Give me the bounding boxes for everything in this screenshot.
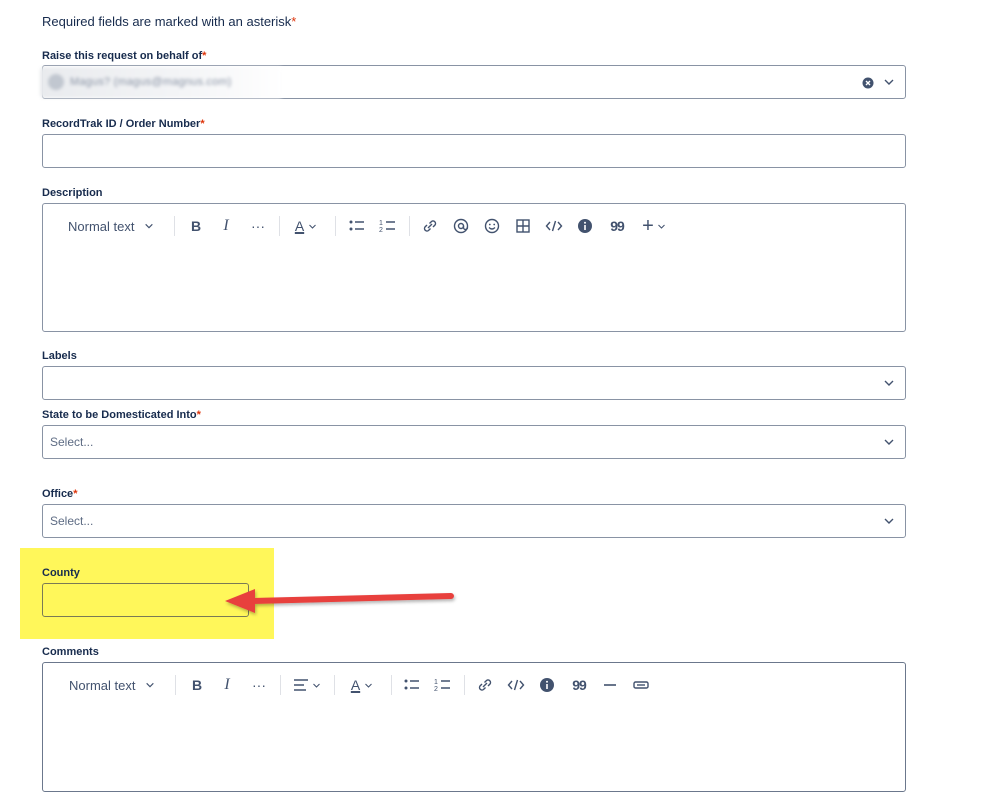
labels-select[interactable]	[42, 366, 906, 400]
description-label: Description	[42, 187, 103, 199]
svg-text:1: 1	[434, 679, 438, 686]
office-placeholder: Select...	[50, 514, 94, 528]
recordtrak-label: RecordTrak ID / Order Number*	[42, 118, 205, 130]
alignment-button[interactable]	[291, 675, 323, 695]
avatar	[48, 74, 64, 90]
office-label: Office*	[42, 488, 78, 500]
bold-button[interactable]: B	[186, 216, 206, 236]
chevron-down-icon[interactable]	[883, 436, 895, 448]
text-style-dropdown[interactable]: Normal text	[69, 675, 161, 695]
emoji-icon[interactable]	[483, 216, 501, 236]
blurred-user-value: Magus? (magus@magnus.com)	[40, 67, 283, 98]
expand-icon[interactable]	[632, 675, 650, 695]
state-label: State to be Domesticated Into*	[42, 409, 201, 421]
chevron-down-icon	[309, 224, 317, 229]
align-icon	[294, 679, 308, 691]
font-color-button[interactable]: A	[345, 675, 379, 695]
bullet-list-icon[interactable]	[348, 216, 366, 236]
font-color-button[interactable]: A	[289, 216, 323, 236]
behalf-label: Raise this request on behalf of*	[42, 50, 207, 62]
svg-text:2: 2	[379, 227, 383, 234]
chevron-down-icon	[145, 223, 154, 229]
info-icon[interactable]	[576, 216, 594, 236]
comments-toolbar: Normal text B I ··· A 12 99	[43, 663, 905, 707]
bold-button[interactable]: B	[187, 675, 207, 695]
required-asterisk: *	[291, 14, 297, 29]
chevron-down-icon[interactable]	[883, 76, 895, 88]
divider-icon[interactable]	[601, 675, 619, 695]
insert-more-button[interactable]: +	[639, 215, 669, 237]
chevron-down-icon	[313, 683, 320, 688]
code-icon[interactable]	[545, 216, 563, 236]
more-formatting-button[interactable]: ···	[248, 675, 270, 695]
code-icon[interactable]	[507, 675, 525, 695]
mention-icon[interactable]	[452, 216, 470, 236]
chevron-down-icon	[657, 224, 665, 229]
info-icon[interactable]	[538, 675, 556, 695]
table-icon[interactable]	[514, 216, 532, 236]
arrow-annotation-icon	[225, 589, 454, 613]
numbered-list-icon[interactable]: 12	[434, 675, 452, 695]
chevron-down-icon	[365, 683, 373, 688]
county-label: County	[42, 567, 80, 579]
link-icon[interactable]	[476, 675, 494, 695]
state-placeholder: Select...	[50, 435, 94, 449]
svg-text:2: 2	[434, 686, 438, 693]
italic-button[interactable]: I	[217, 675, 237, 695]
form-intro: Required fields are marked with an aster…	[42, 14, 297, 29]
svg-text:1: 1	[379, 220, 383, 227]
clear-icon[interactable]	[862, 77, 874, 89]
chevron-down-icon	[146, 682, 155, 688]
chevron-down-icon[interactable]	[883, 377, 895, 389]
quote-button[interactable]: 99	[606, 216, 628, 236]
more-formatting-button[interactable]: ···	[247, 216, 269, 236]
state-select[interactable]: Select...	[42, 425, 906, 459]
link-icon[interactable]	[421, 216, 439, 236]
italic-button[interactable]: I	[216, 216, 236, 236]
text-style-dropdown[interactable]: Normal text	[68, 216, 160, 236]
description-editor[interactable]: Normal text B I ··· A 12 99 +	[42, 203, 906, 332]
description-toolbar: Normal text B I ··· A 12 99 +	[43, 204, 905, 248]
bullet-list-icon[interactable]	[403, 675, 421, 695]
labels-label: Labels	[42, 350, 77, 362]
office-select[interactable]: Select...	[42, 504, 906, 538]
numbered-list-icon[interactable]: 12	[379, 216, 397, 236]
comments-label: Comments	[42, 646, 99, 658]
chevron-down-icon[interactable]	[883, 515, 895, 527]
quote-button[interactable]: 99	[568, 675, 590, 695]
recordtrak-input[interactable]	[42, 134, 906, 168]
